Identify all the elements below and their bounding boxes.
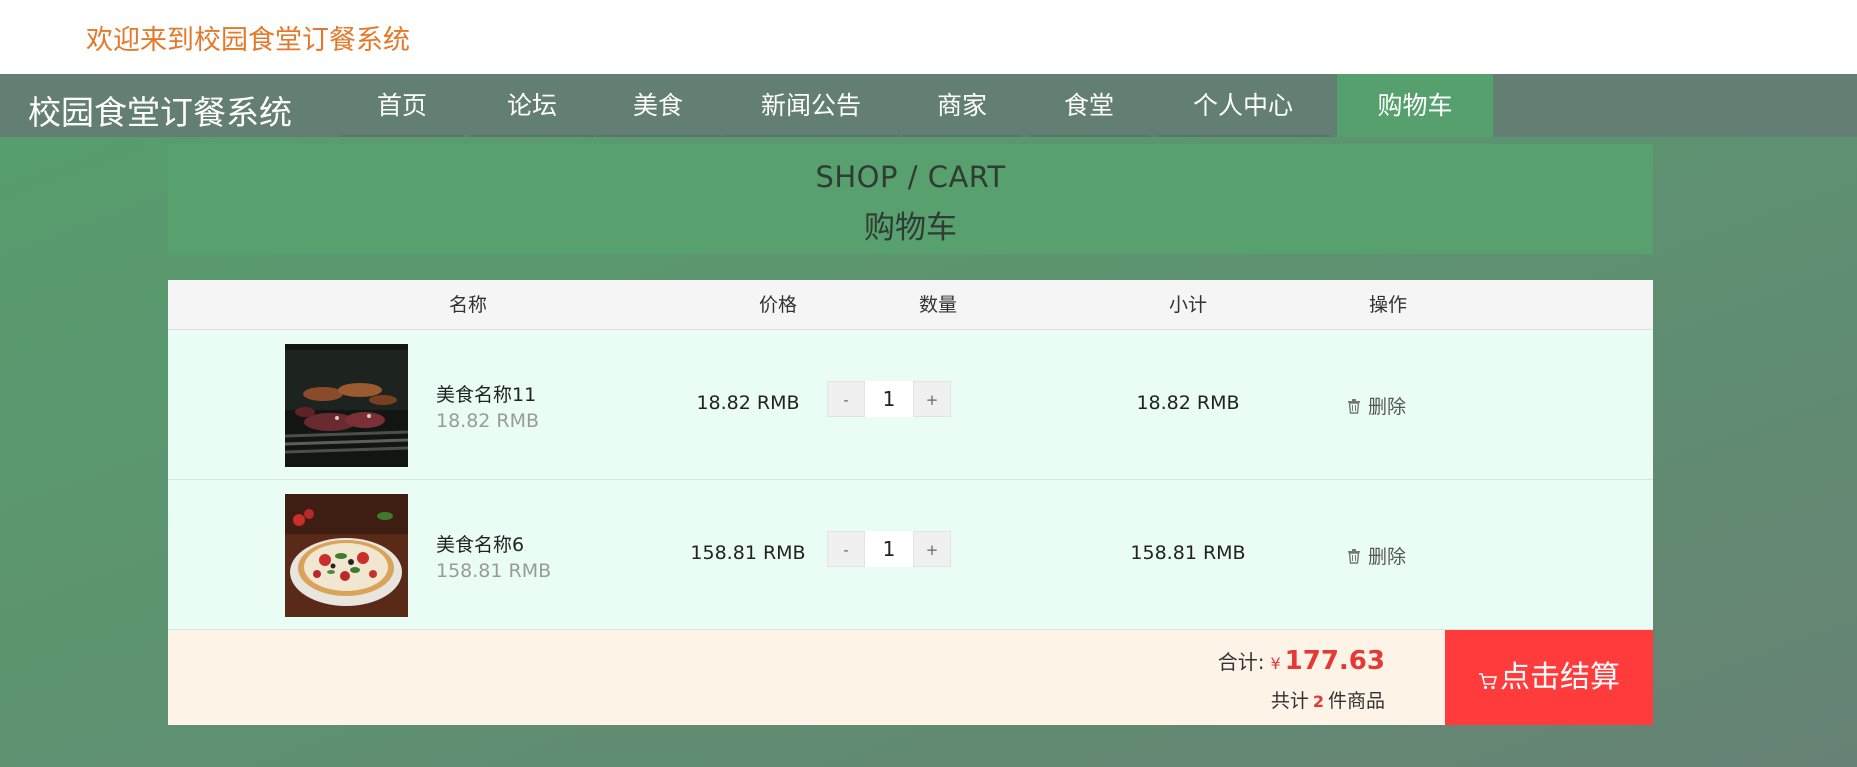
nav-item-cart[interactable]: 购物车 <box>1337 74 1493 137</box>
qty-input[interactable] <box>865 381 913 417</box>
product-unit-price: 158.81 RMB <box>436 560 552 582</box>
page-title-en: SHOP / CART <box>815 160 1006 194</box>
delete-label: 删除 <box>1368 546 1407 568</box>
col-header-action: 操作 <box>1368 294 1407 316</box>
checkout-button[interactable]: 点击结算 <box>1445 630 1653 725</box>
nav-item-news[interactable]: 新闻公告 <box>722 74 900 137</box>
total-line: 合计: ¥177.63 <box>1218 646 1385 676</box>
subtotal-cell: 158.81 RMB <box>1130 542 1246 564</box>
delete-button[interactable]: 删除 <box>1346 392 1406 419</box>
pizza-image[interactable] <box>285 494 408 617</box>
qty-input[interactable] <box>865 531 913 567</box>
count-prefix: 共计 <box>1270 690 1309 712</box>
trash-icon <box>1348 549 1360 564</box>
nav-item-food[interactable]: 美食 <box>596 74 720 137</box>
table-header: 名称 价格 数量 小计 操作 <box>168 280 1653 330</box>
col-header-name: 名称 <box>448 294 487 316</box>
main-nav: 校园食堂订餐系统 首页 论坛 美食 新闻公告 商家 食堂 个人中心 购物车 <box>0 74 1857 137</box>
cart-icon <box>1479 673 1498 690</box>
qty-decrease-button[interactable]: - <box>827 381 865 417</box>
table-row: 美食名称6 158.81 RMB 158.81 RMB - + 158.81 R… <box>168 480 1653 630</box>
cart-summary: 合计: ¥177.63 共计 2 件商品 点击结算 <box>168 630 1653 725</box>
item-count-line: 共计 2 件商品 <box>1271 686 1385 713</box>
qty-increase-button[interactable]: + <box>913 381 951 417</box>
delete-button[interactable]: 删除 <box>1346 542 1406 569</box>
cart-table: 名称 价格 数量 小计 操作 美食名称11 18.82 RMB 18.82 RM… <box>168 280 1653 725</box>
nav-item-forum[interactable]: 论坛 <box>470 74 594 137</box>
nav-item-merchants[interactable]: 商家 <box>902 74 1022 137</box>
page-header: SHOP / CART 购物车 <box>168 144 1653 254</box>
quantity-stepper: - + <box>827 381 951 417</box>
trash-icon <box>1348 399 1360 414</box>
page-title-cn: 购物车 <box>864 210 957 246</box>
nav-item-profile[interactable]: 个人中心 <box>1156 74 1330 137</box>
currency-symbol: ¥ <box>1270 654 1281 673</box>
site-brand[interactable]: 校园食堂订餐系统 <box>28 86 292 134</box>
count-suffix: 件商品 <box>1327 690 1385 712</box>
col-header-subtotal: 小计 <box>1168 294 1207 316</box>
qty-increase-button[interactable]: + <box>913 531 951 567</box>
table-row: 美食名称11 18.82 RMB 18.82 RMB - + 18.82 RMB… <box>168 330 1653 480</box>
top-bar: 欢迎来到校园食堂订餐系统 <box>0 0 1857 74</box>
product-unit-price: 18.82 RMB <box>436 410 540 432</box>
qty-decrease-button[interactable]: - <box>827 531 865 567</box>
product-name[interactable]: 美食名称6 <box>436 530 524 557</box>
nav-item-home[interactable]: 首页 <box>340 74 464 137</box>
welcome-text: 欢迎来到校园食堂订餐系统 <box>86 25 410 56</box>
col-header-qty: 数量 <box>918 294 957 316</box>
grilled-meat-image[interactable] <box>285 344 408 467</box>
subtotal-cell: 18.82 RMB <box>1136 392 1240 414</box>
product-name[interactable]: 美食名称11 <box>436 380 536 407</box>
delete-label: 删除 <box>1368 396 1407 418</box>
nav-item-canteen[interactable]: 食堂 <box>1028 74 1150 137</box>
quantity-stepper: - + <box>827 531 951 567</box>
total-label: 合计: <box>1217 650 1265 674</box>
checkout-label: 点击结算 <box>1500 660 1620 695</box>
total-amount: 177.63 <box>1284 646 1385 676</box>
item-count: 2 <box>1312 692 1324 711</box>
col-header-price: 价格 <box>758 294 797 316</box>
